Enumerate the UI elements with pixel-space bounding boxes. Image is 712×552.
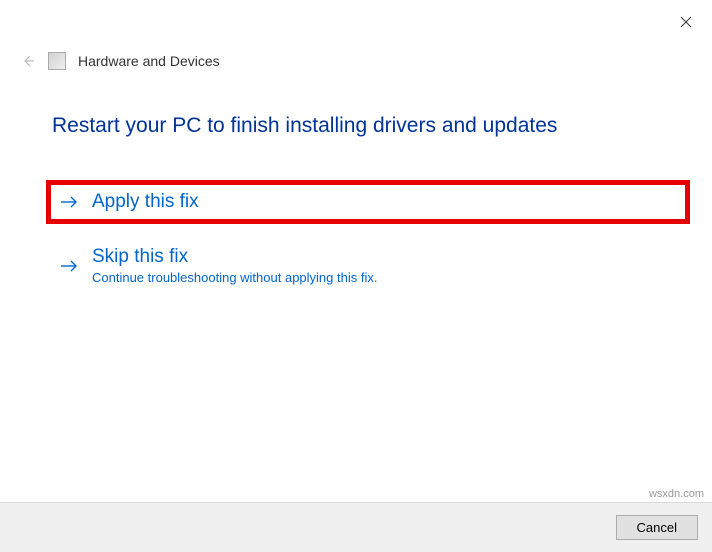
back-arrow-icon	[20, 53, 36, 69]
close-icon	[680, 16, 692, 28]
cancel-button[interactable]: Cancel	[616, 515, 698, 540]
watermark: wsxdn.com	[649, 488, 704, 500]
header: Hardware and Devices	[20, 52, 220, 70]
window-title: Hardware and Devices	[78, 53, 220, 69]
arrow-right-icon	[60, 246, 78, 285]
arrow-right-icon	[60, 194, 78, 210]
footer: Cancel	[0, 502, 712, 552]
skip-fix-option[interactable]: Skip this fix Continue troubleshooting w…	[60, 246, 377, 285]
main-heading: Restart your PC to finish installing dri…	[52, 114, 557, 138]
skip-fix-description: Continue troubleshooting without applyin…	[92, 270, 377, 285]
close-button[interactable]	[678, 14, 694, 30]
apply-fix-option[interactable]: Apply this fix	[46, 180, 690, 224]
troubleshooter-icon	[48, 52, 66, 70]
skip-fix-label: Skip this fix	[92, 246, 377, 268]
apply-fix-label: Apply this fix	[92, 191, 199, 213]
